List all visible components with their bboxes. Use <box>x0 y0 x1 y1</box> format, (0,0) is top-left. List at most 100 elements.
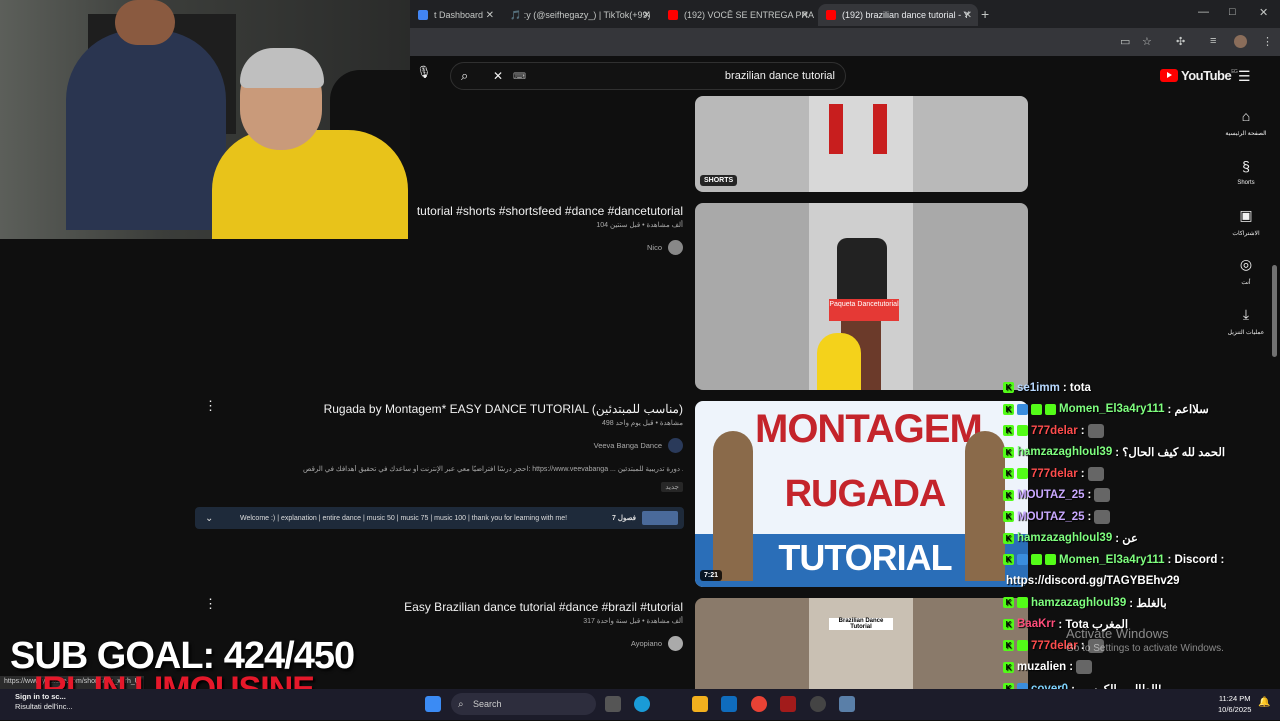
chrome-icon[interactable] <box>751 696 767 712</box>
stream-chat: Kse1imm: totaKMomen_El3a4ry111: سلااعمK7… <box>1003 377 1280 721</box>
channel-link[interactable]: Nico <box>647 240 683 255</box>
chat-username[interactable]: hamzazaghloul39 <box>1017 532 1112 544</box>
edge-icon[interactable] <box>634 696 650 712</box>
kick-badge-icon: K <box>1003 511 1014 522</box>
youtube-favicon-icon <box>668 10 678 20</box>
chat-username[interactable]: muzalien <box>1017 661 1066 673</box>
notification-subtitle: Risultati dell'inc... <box>15 702 73 712</box>
search-icon[interactable]: ⌕ <box>461 68 468 84</box>
profile-avatar[interactable] <box>1234 35 1247 48</box>
chat-username[interactable]: hamzazaghloul39 <box>1031 597 1126 609</box>
video-thumbnail[interactable]: Paqueta Dancetutorial <box>695 203 1028 390</box>
thumbnail-image <box>809 96 913 192</box>
nav-downloads[interactable]: ⤓ عمليات التنزيل <box>1222 306 1270 336</box>
menu-icon[interactable]: ☰ <box>1238 68 1251 85</box>
bookmark-star-icon[interactable]: ☆ <box>1142 35 1152 48</box>
taskbar-clock[interactable]: 11:24 PM 10/6/2025 <box>1218 693 1251 715</box>
chat-username[interactable]: hamzazaghloul39 <box>1017 446 1112 458</box>
video-thumbnail[interactable]: Brazilian Dance Tutorial <box>695 598 1028 689</box>
video-thumbnail[interactable]: MONTAGEM RUGADA TUTORIAL 7:21 <box>695 401 1028 587</box>
close-tab-icon[interactable]: ✕ <box>964 10 972 21</box>
more-actions-icon[interactable]: ⋮ <box>204 398 217 414</box>
chat-text: : tota <box>1063 382 1091 394</box>
app-icon[interactable] <box>810 696 826 712</box>
video-meta: 104 ألف مشاهدة • قبل سنتين <box>596 221 683 229</box>
nav-subscriptions[interactable]: ▣ الاشتراكات <box>1222 207 1270 237</box>
channel-link[interactable]: Ayopiano <box>631 636 683 651</box>
chat-badge-icon <box>1017 597 1028 608</box>
tab-tiktok[interactable]: 🎵 :y (@seifhegazy_) | TikTok(+99) ✕ <box>502 4 657 26</box>
close-tab-icon[interactable]: ✕ <box>801 10 809 21</box>
window-close-icon[interactable]: ✕ <box>1259 6 1268 19</box>
app-icon[interactable] <box>780 696 796 712</box>
chat-badge-icon <box>1017 640 1028 651</box>
reading-list-icon[interactable]: ≡ <box>1210 35 1216 47</box>
search-box[interactable]: ⌕ ✕ ⌨ brazilian dance tutorial <box>450 62 846 90</box>
extensions-icon[interactable]: ✣ <box>1176 35 1185 48</box>
chat-text: : الحمد لله كيف الحال؟ <box>1115 445 1225 459</box>
voice-search-icon[interactable]: 🎙 <box>414 65 434 85</box>
tab-dashboard[interactable]: t Dashboard ✕ <box>410 4 500 26</box>
chapters-bar[interactable]: ⌄ Welcome :) | explanation | entire danc… <box>195 507 684 529</box>
chat-username[interactable]: BaaKrr <box>1017 618 1055 630</box>
start-icon[interactable] <box>425 696 441 712</box>
channel-link[interactable]: Veeva Banga Dance <box>594 438 683 453</box>
chat-emote-icon <box>1094 488 1110 502</box>
menu-dots-icon[interactable]: ⋮ <box>1262 35 1273 48</box>
nav-home[interactable]: ⌂ الصفحة الرئيسية <box>1222 108 1270 137</box>
chat-text: : <box>1069 661 1073 673</box>
tab-label: 🎵 :y (@seifhegazy_) | TikTok(+99) <box>510 10 650 21</box>
tab-youtube-brazilian[interactable]: (192) brazilian dance tutorial - Y ✕ <box>818 4 978 26</box>
new-tab-button[interactable]: + <box>981 6 989 22</box>
chat-username[interactable]: se1imm <box>1017 382 1060 394</box>
streamer-jersey <box>212 130 408 239</box>
dancer-figure <box>965 431 1005 581</box>
maximize-icon[interactable]: □ <box>1229 6 1236 18</box>
chapter-thumbnail <box>642 511 678 525</box>
minimize-icon[interactable]: — <box>1198 6 1209 18</box>
new-badge: جديد <box>661 482 683 492</box>
clear-search-icon[interactable]: ✕ <box>493 69 503 83</box>
nav-label: Shorts <box>1237 180 1254 186</box>
chat-username[interactable]: 777delar <box>1031 425 1078 437</box>
chat-username[interactable]: MOUTAZ_25 <box>1017 489 1085 501</box>
streamer-guest <box>66 30 226 230</box>
chat-message: KMomen_El3a4ry111: سلااعم <box>1003 399 1280 421</box>
youtube-logo[interactable]: YouTube EG <box>1160 68 1237 83</box>
video-title[interactable]: tutorial #shorts #shortsfeed #dance #dan… <box>417 204 683 218</box>
chat-message: Khamzazaghloul39: عن <box>1003 528 1280 550</box>
chat-username[interactable]: MOUTAZ_25 <box>1017 511 1085 523</box>
chat-message: Kse1imm: tota <box>1003 377 1280 399</box>
chat-username[interactable]: 777delar <box>1031 468 1078 480</box>
video-title[interactable]: Rugada by Montagem* EASY DANCE TUTORIAL … <box>324 402 683 416</box>
video-thumbnail[interactable]: SHORTS <box>695 96 1028 192</box>
notification-bell-icon[interactable]: 🔔 <box>1258 697 1270 708</box>
task-view-icon[interactable] <box>605 696 621 712</box>
taskbar-search[interactable]: ⌕ Search <box>451 693 596 715</box>
page-scrollbar[interactable] <box>1272 265 1277 357</box>
video-title[interactable]: Easy Brazilian dance tutorial #dance #br… <box>404 600 683 614</box>
outlook-icon[interactable] <box>721 696 737 712</box>
chat-username[interactable]: Momen_El3a4ry111 <box>1059 554 1165 566</box>
kick-badge-icon: K <box>1003 619 1014 630</box>
tab-youtube-voce[interactable]: (192) VOCÊ SE ENTREGA PRA M ✕ <box>660 4 815 26</box>
file-explorer-icon[interactable] <box>692 696 708 712</box>
duration-badge: 7:21 <box>700 570 722 581</box>
chat-badge-icon <box>1017 468 1028 479</box>
subscriptions-icon: ▣ <box>1222 207 1270 224</box>
search-input[interactable]: brazilian dance tutorial <box>725 70 835 82</box>
cast-icon[interactable]: ▭ <box>1120 35 1130 48</box>
settings-icon[interactable] <box>839 696 855 712</box>
nav-shorts[interactable]: § Shorts <box>1222 158 1270 186</box>
chat-username[interactable]: Momen_El3a4ry111 <box>1059 403 1165 415</box>
more-actions-icon[interactable]: ⋮ <box>204 596 217 612</box>
nav-you[interactable]: ◎ أنت <box>1222 256 1270 286</box>
chat-text: : Discord : <box>1168 554 1225 566</box>
keyboard-icon[interactable]: ⌨ <box>513 71 526 82</box>
taskbar-notification[interactable]: Sign in to sc... Risultati dell'inc... <box>15 692 73 712</box>
chat-badge-icon <box>1031 404 1042 415</box>
chat-text: : <box>1081 468 1085 480</box>
close-tab-icon[interactable]: ✕ <box>486 10 494 21</box>
close-tab-icon[interactable]: ✕ <box>643 10 651 21</box>
chevron-down-icon[interactable]: ⌄ <box>205 513 213 524</box>
